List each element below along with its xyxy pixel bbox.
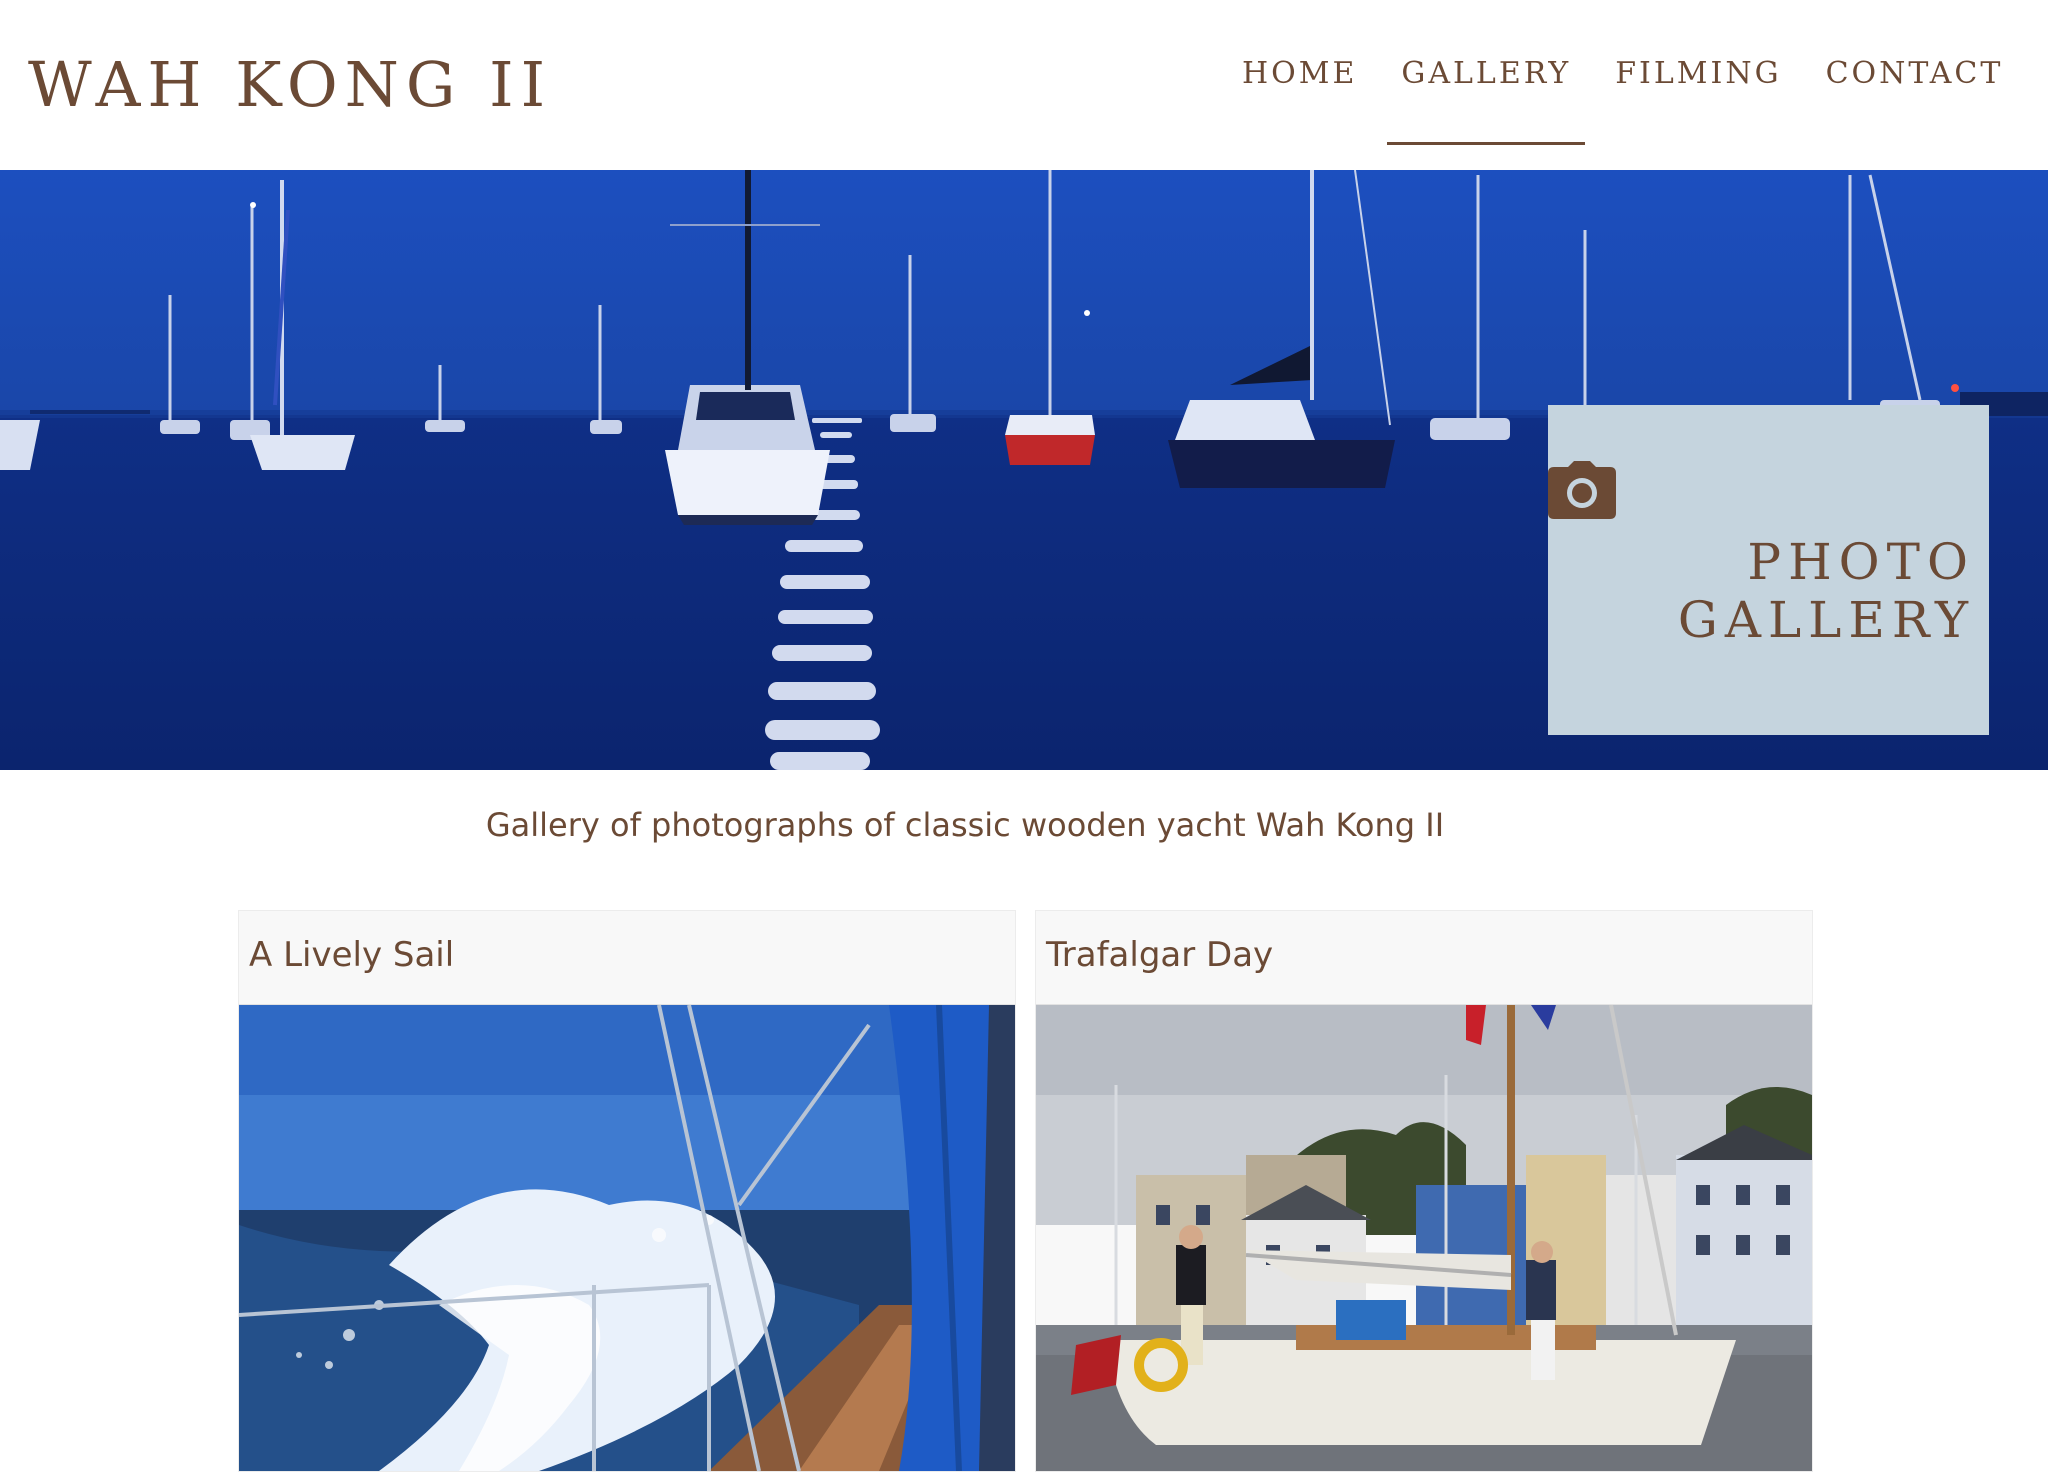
- nav-gallery[interactable]: GALLERY: [1379, 56, 1593, 145]
- main-nav: HOME GALLERY FILMING CONTACT: [1220, 56, 2026, 145]
- intro-text: Gallery of photographs of classic wooden…: [485, 806, 1445, 844]
- card-title[interactable]: Trafalgar Day: [1036, 911, 1812, 1005]
- nav-filming[interactable]: FILMING: [1593, 56, 1803, 91]
- hero-title-line1: PHOTO: [1747, 533, 1975, 591]
- gallery-card-lively-sail[interactable]: A Lively Sail: [238, 910, 1016, 1472]
- site-header: WAH KONG II HOME GALLERY FILMING CONTACT: [0, 0, 2048, 170]
- hero-title-line2: GALLERY: [1677, 591, 1975, 649]
- card-photo-trafalgar-day[interactable]: [1036, 1005, 1812, 1471]
- hero-banner: PHOTO GALLERY: [0, 170, 2048, 770]
- card-photo-lively-sail[interactable]: [239, 1005, 1015, 1471]
- gallery-card-trafalgar-day[interactable]: Trafalgar Day: [1035, 910, 1813, 1472]
- hero-caption-box: PHOTO GALLERY: [1548, 405, 1989, 735]
- site-logo[interactable]: WAH KONG II: [28, 48, 552, 121]
- card-title[interactable]: A Lively Sail: [239, 911, 1015, 1005]
- nav-home[interactable]: HOME: [1220, 56, 1379, 91]
- camera-icon: [1548, 461, 1616, 519]
- nav-contact[interactable]: CONTACT: [1804, 56, 2026, 91]
- hero-title: PHOTO GALLERY: [1548, 533, 1975, 649]
